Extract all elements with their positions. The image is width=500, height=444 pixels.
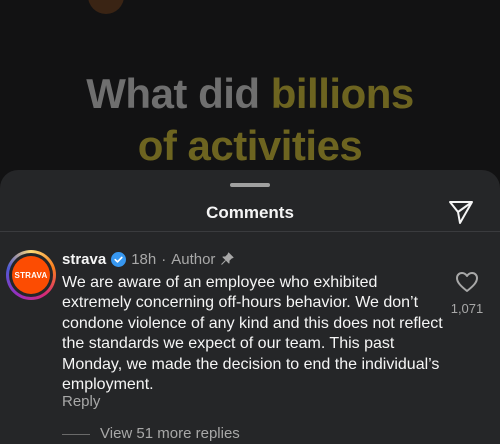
- author-label: Author: [171, 250, 216, 268]
- replies-divider: [62, 434, 90, 435]
- avatar-ring-gap: STRAVA: [9, 253, 53, 297]
- avatar[interactable]: STRAVA: [6, 250, 56, 300]
- comment-text: We are aware of an employee who exhibite…: [62, 274, 443, 394]
- header-divider: [0, 231, 500, 232]
- headline-highlight: billions: [270, 70, 415, 117]
- comments-sheet: Comments STRAVA strava 18h · Author We a…: [0, 170, 500, 444]
- background-graphic: [88, 0, 124, 14]
- meta-separator: ·: [161, 250, 167, 268]
- reply-button[interactable]: Reply: [62, 393, 100, 410]
- sheet-title: Comments: [206, 203, 294, 222]
- send-icon[interactable]: [446, 197, 476, 227]
- headline-line-2: of activities: [137, 122, 363, 169]
- comment-time: 18h: [131, 250, 157, 268]
- pin-icon: [221, 252, 234, 265]
- background-post: What did billions of activities: [0, 0, 500, 190]
- verified-badge-icon: [111, 251, 127, 267]
- username[interactable]: strava: [62, 251, 106, 268]
- comment-meta: strava 18h · Author: [62, 249, 234, 269]
- like-count: 1,071: [450, 301, 484, 316]
- view-replies-button[interactable]: View 51 more replies: [100, 425, 240, 442]
- drag-handle[interactable]: [230, 183, 270, 187]
- strava-logo: STRAVA: [12, 256, 50, 294]
- headline-text: What did: [86, 70, 260, 117]
- headline-line-1: What did billions: [0, 68, 500, 120]
- heart-icon[interactable]: [455, 271, 479, 293]
